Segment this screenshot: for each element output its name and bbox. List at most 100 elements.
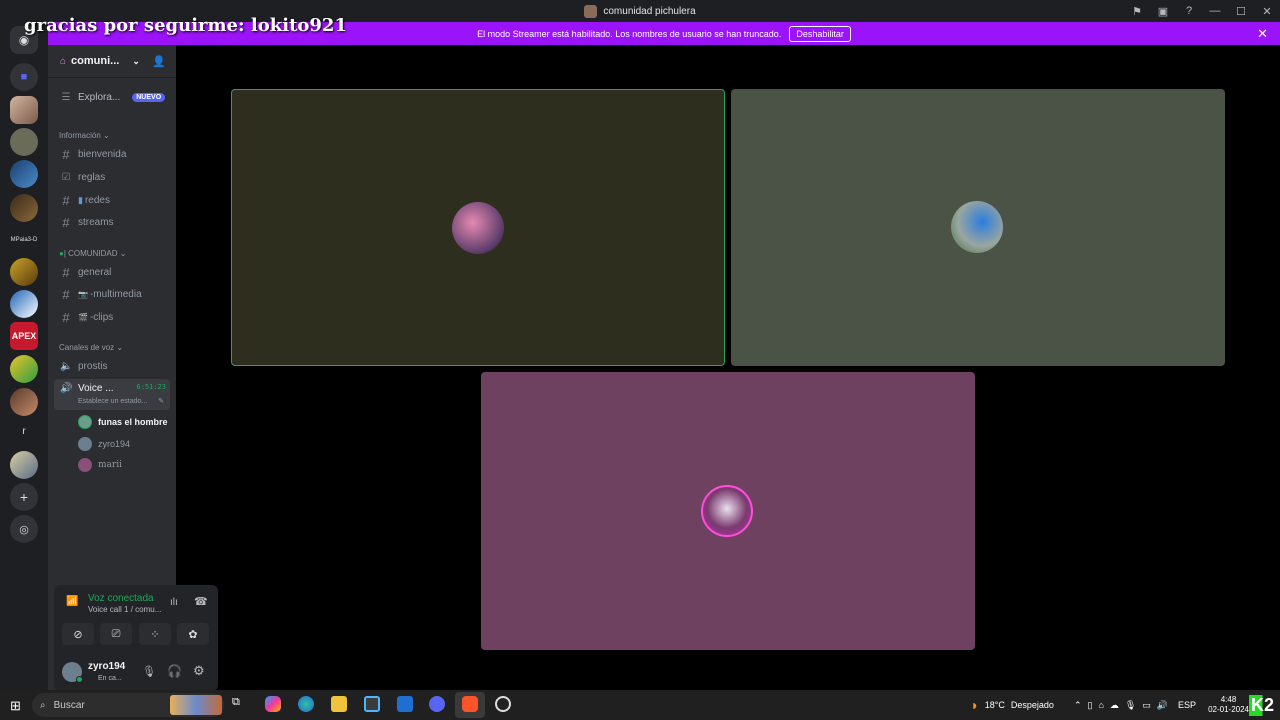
tray-app-icon[interactable]: ▯ bbox=[1087, 700, 1092, 711]
participant-avatar bbox=[452, 202, 504, 254]
help-icon[interactable]: ? bbox=[1176, 0, 1202, 22]
voice-user[interactable]: marii bbox=[78, 456, 122, 474]
server-icon[interactable] bbox=[10, 451, 38, 479]
hash-icon: # bbox=[62, 310, 70, 325]
voice-channel-active[interactable]: 🔊 Voice ... 6:51:23 Establece un estado.… bbox=[54, 379, 170, 410]
server-label[interactable]: r bbox=[0, 426, 48, 437]
user-panel: zyro194 En ca... 🎙 🎧 ⚙ bbox=[54, 653, 218, 691]
category-label: | COMUNIDAD bbox=[63, 249, 118, 258]
close-notice-icon[interactable]: ✕ bbox=[1257, 26, 1268, 42]
channel-redes[interactable]: # ▮ redes bbox=[54, 190, 170, 211]
server-icon[interactable] bbox=[10, 194, 38, 222]
category-voice[interactable]: Canales de voz ⌄ bbox=[59, 343, 123, 352]
mail-icon[interactable] bbox=[397, 696, 413, 712]
server-icon[interactable] bbox=[10, 355, 38, 383]
channel-label: reglas bbox=[78, 172, 106, 183]
store-icon[interactable] bbox=[364, 696, 380, 712]
channel-clips[interactable]: # 🎬 -clips bbox=[54, 307, 170, 328]
noise-suppression-icon[interactable]: ılı bbox=[170, 597, 178, 608]
channel-emoji-icon: ▮ bbox=[78, 195, 83, 205]
taskbar-search[interactable]: ⌕ Buscar bbox=[32, 693, 224, 717]
channel-label: streams bbox=[78, 217, 114, 228]
edit-icon[interactable]: ✎ bbox=[158, 397, 164, 405]
dm-icon[interactable]: ■ bbox=[10, 63, 38, 91]
voice-user-name: funas el hombre bbox=[98, 417, 168, 427]
language-indicator[interactable]: ESP bbox=[1178, 700, 1196, 710]
obs-icon[interactable] bbox=[495, 696, 511, 712]
hash-icon: # bbox=[62, 215, 70, 230]
voice-user-name: zyro194 bbox=[98, 439, 131, 449]
tray-volume-icon[interactable]: 🔊 bbox=[1157, 700, 1168, 711]
voice-channel-path[interactable]: Voice call 1 / comu... bbox=[88, 605, 161, 614]
headphones-icon[interactable]: 🎧 bbox=[167, 664, 182, 678]
file-explorer-icon[interactable] bbox=[331, 696, 347, 712]
server-icon[interactable] bbox=[10, 388, 38, 416]
activities-button[interactable]: ⁘ bbox=[139, 623, 171, 645]
server-icon[interactable]: APEX bbox=[10, 322, 38, 350]
category-info[interactable]: Información ⌄ bbox=[59, 131, 110, 140]
minimize-icon[interactable]: — bbox=[1202, 0, 1228, 22]
channel-reglas[interactable]: ☑ reglas bbox=[54, 167, 170, 188]
voice-tile[interactable] bbox=[231, 89, 725, 366]
user-name[interactable]: zyro194 bbox=[88, 661, 125, 672]
voice-status: Voz conectada bbox=[88, 593, 154, 604]
voice-tile[interactable] bbox=[481, 372, 975, 650]
copilot-icon[interactable] bbox=[265, 696, 281, 712]
server-icon[interactable] bbox=[10, 128, 38, 156]
server-icon[interactable] bbox=[10, 160, 38, 188]
voice-tile[interactable] bbox=[731, 89, 1225, 366]
invite-people-icon[interactable]: 👤 bbox=[152, 55, 166, 68]
tray-app-icon[interactable]: ☁ bbox=[1110, 700, 1119, 711]
speaker-icon: 🔈 bbox=[60, 361, 73, 372]
list-icon: ☰ bbox=[61, 92, 71, 103]
hash-icon: # bbox=[62, 265, 70, 280]
channel-multimedia[interactable]: # 📷 -multimedia bbox=[54, 284, 170, 305]
flag-icon[interactable]: ⚑ bbox=[1124, 0, 1150, 22]
gear-icon[interactable]: ⚙ bbox=[193, 663, 205, 679]
channel-bienvenida[interactable]: # bienvenida bbox=[54, 144, 170, 165]
avatar bbox=[78, 437, 92, 451]
edge-icon[interactable] bbox=[298, 696, 314, 712]
explore-servers-icon[interactable]: ◎ bbox=[10, 515, 38, 543]
channel-label: Voice ... bbox=[78, 383, 114, 394]
windows-start-icon[interactable]: ⊞ bbox=[10, 698, 21, 714]
brave-icon[interactable] bbox=[462, 696, 478, 712]
explore-item[interactable]: ☰ Explora... NUEVO bbox=[54, 87, 170, 108]
category-comunidad[interactable]: ●| COMUNIDAD ⌄ bbox=[59, 249, 126, 258]
weather-text[interactable]: Despejado bbox=[1011, 700, 1054, 710]
server-label[interactable]: MPaia3-D bbox=[0, 237, 48, 243]
weather-temp[interactable]: 18°C bbox=[985, 700, 1005, 710]
chevron-up-icon[interactable]: ⌃ bbox=[1074, 700, 1082, 711]
tray-microphone-icon[interactable]: 🎙 bbox=[1125, 700, 1136, 711]
server-icon[interactable] bbox=[10, 290, 38, 318]
camera-off-button[interactable]: ⊘ bbox=[62, 623, 94, 645]
explore-label: Explora... bbox=[78, 92, 121, 103]
channel-status[interactable]: Establece un estado... bbox=[78, 398, 147, 405]
inbox-icon[interactable]: ▣ bbox=[1150, 0, 1176, 22]
discord-taskbar-icon[interactable] bbox=[429, 696, 445, 712]
channel-streams[interactable]: # streams bbox=[54, 212, 170, 233]
soundboard-button[interactable]: ✿ bbox=[177, 623, 209, 645]
add-server-icon[interactable]: + bbox=[10, 483, 38, 511]
channel-sidebar: ⌂ comuni... ⌄ 👤 ☰ Explora... NUEVO Infor… bbox=[48, 45, 218, 691]
maximize-icon[interactable]: ☐ bbox=[1228, 0, 1254, 22]
voice-user[interactable]: funas el hombre bbox=[78, 413, 168, 431]
voice-channel-prostis[interactable]: 🔈 prostis bbox=[54, 356, 170, 377]
close-window-icon[interactable]: ✕ bbox=[1254, 0, 1280, 22]
clock[interactable]: 4:48 02-01-2024 bbox=[1208, 695, 1249, 715]
task-view-icon[interactable]: ⧉ bbox=[232, 696, 248, 712]
voice-user[interactable]: zyro194 bbox=[78, 435, 130, 453]
tray-network-icon[interactable]: ▭ bbox=[1142, 700, 1151, 711]
server-icon-active[interactable] bbox=[10, 96, 38, 124]
channel-label: -multimedia bbox=[89, 289, 142, 300]
server-header[interactable]: ⌂ comuni... ⌄ 👤 bbox=[48, 45, 176, 78]
microphone-icon[interactable]: 🎙 bbox=[142, 665, 156, 678]
server-rail: ◉ ■ MPaia3-D APEX r + ◎ bbox=[0, 22, 48, 690]
weather-icon[interactable]: ◗ bbox=[970, 697, 978, 713]
screen-share-button[interactable]: ⎚ bbox=[100, 623, 132, 645]
channel-general[interactable]: # general bbox=[54, 262, 170, 283]
tray-app-icon[interactable]: ⌂ bbox=[1098, 700, 1103, 710]
server-icon[interactable] bbox=[10, 258, 38, 286]
disable-streamer-button[interactable]: Deshabilitar bbox=[789, 25, 851, 42]
disconnect-icon[interactable]: ☎ bbox=[194, 595, 208, 608]
